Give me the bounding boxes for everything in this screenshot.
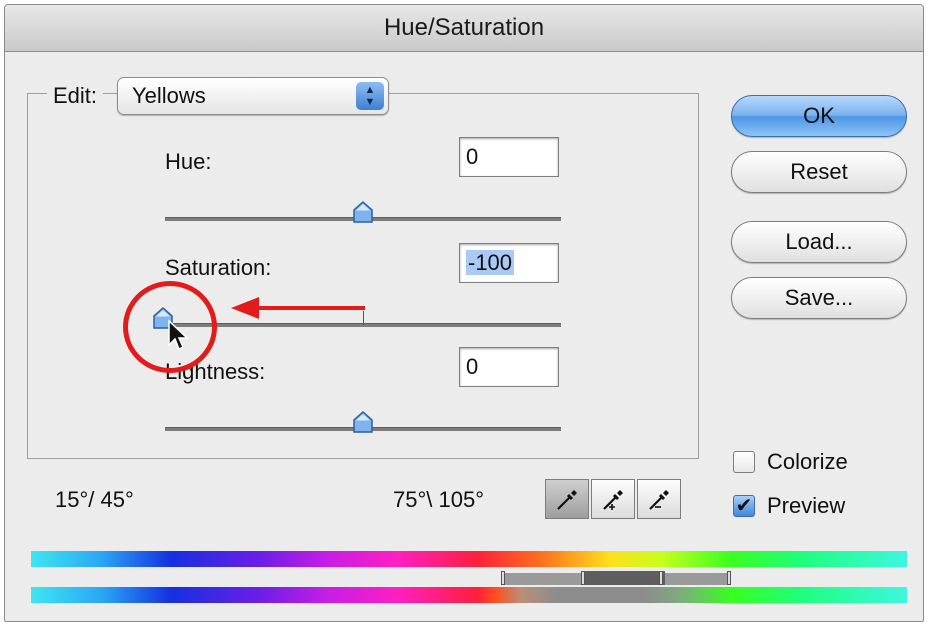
color-range-core[interactable] (585, 571, 665, 585)
reset-button[interactable]: Reset (731, 151, 907, 193)
range-left-readout: 15°/ 45° (55, 487, 134, 512)
colorize-label: Colorize (767, 449, 848, 474)
eyedropper-minus-icon (649, 490, 669, 510)
range-handle-right-inner[interactable] (659, 571, 663, 585)
range-handle-left-outer[interactable] (501, 571, 505, 585)
eyedropper-plus-icon (603, 490, 623, 510)
eyedropper-button[interactable] (545, 479, 589, 519)
hue-label: Hue: (165, 149, 212, 174)
load-button[interactable]: Load... (731, 221, 907, 263)
edit-selected-value: Yellows (132, 83, 206, 108)
preview-label: Preview (767, 493, 846, 518)
mouse-pointer-icon (168, 319, 189, 351)
range-right-readout: 75°\ 105° (393, 487, 484, 512)
edit-label: Edit: (47, 79, 104, 113)
save-button[interactable]: Save... (731, 277, 907, 319)
up-down-arrows-icon: ▲ ▼ (356, 82, 384, 110)
saturation-label: Saturation: (165, 255, 272, 280)
left-arrow-annotation (231, 297, 365, 319)
hue-field[interactable]: 0 (459, 137, 559, 177)
range-handle-left-inner[interactable] (581, 571, 585, 585)
color-range-slider[interactable] (499, 571, 735, 585)
ok-button[interactable]: OK (731, 95, 907, 137)
lightness-slider-thumb[interactable] (353, 411, 373, 433)
input-color-bar (31, 551, 907, 567)
range-handle-right-outer[interactable] (727, 571, 731, 585)
edit-groupbox (27, 93, 699, 459)
edit-channel-select[interactable]: Yellows ▲ ▼ (117, 77, 389, 115)
saturation-field[interactable]: -100 (459, 243, 559, 283)
window-title: Hue/Saturation (5, 5, 923, 52)
preview-checkbox[interactable]: ✔ (733, 495, 755, 517)
eyedropper-plus-button[interactable] (591, 479, 635, 519)
eyedropper-icon (557, 490, 577, 510)
saturation-value: -100 (466, 250, 515, 275)
output-color-bar (31, 587, 907, 603)
lightness-field[interactable]: 0 (459, 347, 559, 387)
checkmark-icon: ✔ (735, 495, 753, 517)
eyedropper-minus-button[interactable] (637, 479, 681, 519)
hue-slider-thumb[interactable] (353, 201, 373, 223)
hue-saturation-dialog: Hue/Saturation Edit: Yellows ▲ ▼ Hue: 0 S… (4, 4, 924, 622)
colorize-checkbox[interactable] (733, 451, 755, 473)
